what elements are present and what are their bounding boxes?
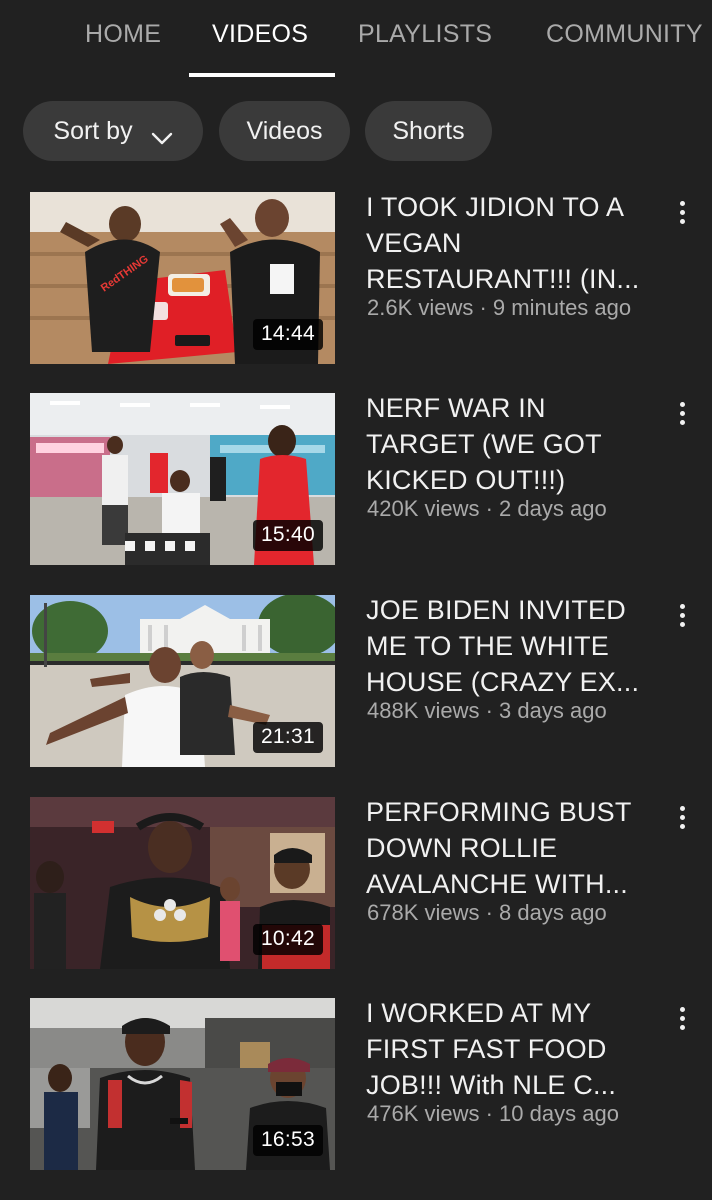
tab-videos[interactable]: VIDEOS bbox=[212, 20, 308, 49]
video-title[interactable]: PERFORMING BUST DOWN ROLLIE AVALANCHE WI… bbox=[366, 794, 656, 902]
active-tab-indicator bbox=[189, 73, 335, 77]
video-thumbnail[interactable]: 16:53 bbox=[30, 998, 335, 1170]
video-item[interactable]: 16:53 I WORKED AT MY FIRST FAST FOOD JOB… bbox=[0, 998, 712, 1172]
more-vertical-icon[interactable] bbox=[668, 1004, 696, 1032]
video-duration: 21:31 bbox=[252, 722, 323, 753]
sort-by-button[interactable]: Sort by bbox=[23, 101, 203, 161]
sort-by-label: Sort by bbox=[53, 116, 133, 145]
more-vertical-icon[interactable] bbox=[668, 198, 696, 226]
video-duration: 14:44 bbox=[252, 319, 323, 350]
video-meta: 476K views · 10 days ago bbox=[367, 1101, 619, 1126]
video-meta: 420K views · 2 days ago bbox=[367, 496, 607, 521]
shorts-filter-chip[interactable]: Shorts bbox=[365, 101, 492, 161]
tab-home[interactable]: HOME bbox=[85, 20, 161, 49]
video-item[interactable]: 15:40 NERF WAR IN TARGET (WE GOT KICKED … bbox=[0, 393, 712, 567]
channel-tabs: HOME VIDEOS PLAYLISTS COMMUNITY bbox=[0, 0, 712, 78]
video-title[interactable]: JOE BIDEN INVITED ME TO THE WHITE HOUSE … bbox=[366, 592, 656, 700]
video-meta: 488K views · 3 days ago bbox=[367, 698, 607, 723]
video-thumbnail[interactable]: 21:31 bbox=[30, 595, 335, 767]
more-vertical-icon[interactable] bbox=[668, 399, 696, 427]
video-title[interactable]: I TOOK JIDION TO A VEGAN RESTAURANT!!! (… bbox=[366, 189, 656, 297]
video-thumbnail[interactable]: 15:40 bbox=[30, 393, 335, 565]
video-duration: 16:53 bbox=[252, 1125, 323, 1156]
chevron-down-icon bbox=[151, 124, 173, 145]
video-duration: 10:42 bbox=[252, 924, 323, 955]
video-meta: 678K views · 8 days ago bbox=[367, 900, 607, 925]
video-title[interactable]: NERF WAR IN TARGET (WE GOT KICKED OUT!!!… bbox=[366, 390, 656, 498]
video-item[interactable]: 21:31 JOE BIDEN INVITED ME TO THE WHITE … bbox=[0, 595, 712, 769]
video-thumbnail[interactable]: RedTHING 14:44 bbox=[30, 192, 335, 364]
video-title[interactable]: I WORKED AT MY FIRST FAST FOOD JOB!!! Wi… bbox=[366, 995, 656, 1103]
video-meta: 2.6K views · 9 minutes ago bbox=[367, 295, 632, 320]
tab-playlists[interactable]: PLAYLISTS bbox=[358, 20, 492, 49]
tab-community[interactable]: COMMUNITY bbox=[546, 20, 703, 49]
video-item[interactable]: RedTHING 14:44 I TOOK JIDION TO A VEGAN … bbox=[0, 192, 712, 366]
more-vertical-icon[interactable] bbox=[668, 601, 696, 629]
more-vertical-icon[interactable] bbox=[668, 803, 696, 831]
video-thumbnail[interactable]: 10:42 bbox=[30, 797, 335, 969]
video-item[interactable]: 10:42 PERFORMING BUST DOWN ROLLIE AVALAN… bbox=[0, 797, 712, 971]
videos-filter-chip[interactable]: Videos bbox=[219, 101, 350, 161]
video-duration: 15:40 bbox=[252, 520, 323, 551]
